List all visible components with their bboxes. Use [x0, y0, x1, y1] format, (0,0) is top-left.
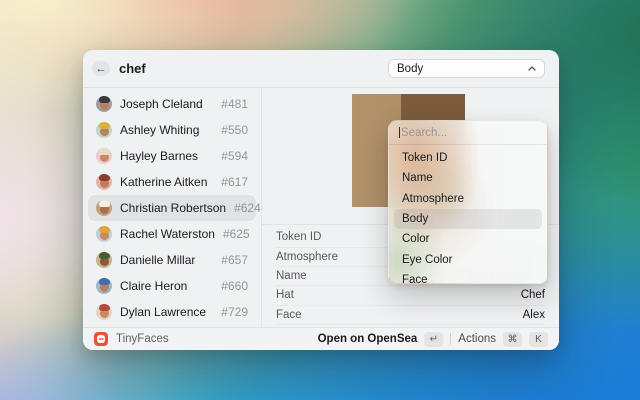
person-token-id: #657	[221, 253, 248, 267]
filter-option[interactable]: Atmosphere	[394, 189, 542, 209]
attribute-label: Atmosphere	[276, 251, 338, 263]
avatar	[96, 304, 112, 320]
person-token-id: #617	[221, 175, 248, 189]
person-name: Hayley Barnes	[120, 149, 198, 163]
person-name: Katherine Aitken	[120, 175, 207, 189]
list-item[interactable]: Ashley Whiting #550	[88, 117, 256, 143]
enter-keycap-icon: ↵	[424, 332, 443, 347]
attribute-label: Token ID	[276, 231, 321, 243]
avatar	[96, 200, 112, 216]
filter-options-list: Token ID Name Atmosphere Body Color Eye …	[389, 145, 547, 284]
person-name: Claire Heron	[120, 279, 187, 293]
window-footer: TinyFaces Open on OpenSea ↵ Actions ⌘ K	[83, 327, 559, 350]
list-item[interactable]: Joseph Cleland #481	[88, 91, 256, 117]
filter-option[interactable]: Body	[394, 209, 542, 229]
window-content: Joseph Cleland #481 Ashley Whiting #550 …	[83, 88, 559, 327]
app-name: TinyFaces	[116, 333, 169, 345]
attribute-row: Hat Chef	[276, 286, 545, 305]
list-item[interactable]: Danielle Millar #657	[88, 247, 256, 273]
filter-selected-value: Body	[397, 63, 423, 75]
person-token-id: #660	[221, 279, 248, 293]
k-keycap-icon: K	[529, 332, 548, 347]
filter-search-input[interactable]: Search...	[389, 121, 547, 145]
person-name: Danielle Millar	[120, 253, 195, 267]
person-name: Christian Robertson	[120, 201, 226, 215]
filter-option[interactable]: Face	[394, 270, 542, 284]
open-on-opensea-button[interactable]: Open on OpenSea	[318, 333, 418, 345]
avatar	[96, 252, 112, 268]
attribute-row: Glasses None	[276, 325, 545, 327]
search-query-text: chef	[119, 61, 146, 76]
avatar	[96, 278, 112, 294]
filter-option[interactable]: Name	[394, 168, 542, 188]
actions-button[interactable]: Actions	[458, 333, 496, 345]
list-item[interactable]: Christian Robertson #624	[88, 195, 256, 221]
person-name: Ashley Whiting	[120, 123, 199, 137]
person-token-id: #481	[221, 97, 248, 111]
avatar	[96, 122, 112, 138]
avatar	[96, 96, 112, 112]
person-name: Joseph Cleland	[120, 97, 203, 111]
chevron-up-icon	[528, 66, 536, 71]
attribute-row: Face Alex	[276, 306, 545, 325]
footer-actions: Open on OpenSea ↵ Actions ⌘ K	[318, 332, 548, 347]
list-item[interactable]: Dylan Lawrence #729	[88, 299, 256, 325]
avatar	[96, 174, 112, 190]
tinyfaces-window: ← chef Body Joseph Cleland #481 Ashley W…	[83, 50, 559, 350]
avatar	[96, 148, 112, 164]
desktop-background: { "header": { "back_glyph": "←", "query"…	[0, 0, 640, 400]
person-token-id: #624	[234, 201, 261, 215]
filter-option[interactable]: Color	[394, 229, 542, 249]
attribute-label: Face	[276, 309, 302, 321]
list-item[interactable]: Claire Heron #660	[88, 273, 256, 299]
avatar	[96, 226, 112, 242]
tinyfaces-logo-icon	[94, 332, 108, 346]
list-item[interactable]: Katherine Aitken #617	[88, 169, 256, 195]
filter-option[interactable]: Eye Color	[394, 249, 542, 269]
attribute-value: Alex	[523, 309, 545, 321]
footer-divider	[450, 333, 451, 345]
list-item[interactable]: Rachel Waterston #625	[88, 221, 256, 247]
results-list: Joseph Cleland #481 Ashley Whiting #550 …	[83, 88, 262, 327]
attribute-value: Chef	[521, 289, 545, 301]
text-cursor	[399, 127, 400, 138]
back-arrow-icon: ←	[96, 63, 107, 75]
attribute-filter-menu: Search... Token ID Name Atmosphere Body …	[388, 120, 548, 284]
window-header: ← chef Body	[83, 50, 559, 88]
attribute-label: Hat	[276, 289, 294, 301]
person-token-id: #625	[223, 227, 250, 241]
list-item[interactable]: Hayley Barnes #594	[88, 143, 256, 169]
attribute-label: Name	[276, 270, 307, 282]
back-button[interactable]: ←	[92, 61, 110, 76]
person-token-id: #550	[221, 123, 248, 137]
person-name: Rachel Waterston	[120, 227, 215, 241]
attribute-filter-dropdown-button[interactable]: Body	[388, 59, 545, 78]
person-name: Dylan Lawrence	[120, 305, 206, 319]
person-token-id: #729	[221, 305, 248, 319]
filter-option[interactable]: Token ID	[394, 148, 542, 168]
person-token-id: #594	[221, 149, 248, 163]
search-placeholder: Search...	[401, 127, 447, 139]
command-keycap-icon: ⌘	[503, 332, 522, 347]
